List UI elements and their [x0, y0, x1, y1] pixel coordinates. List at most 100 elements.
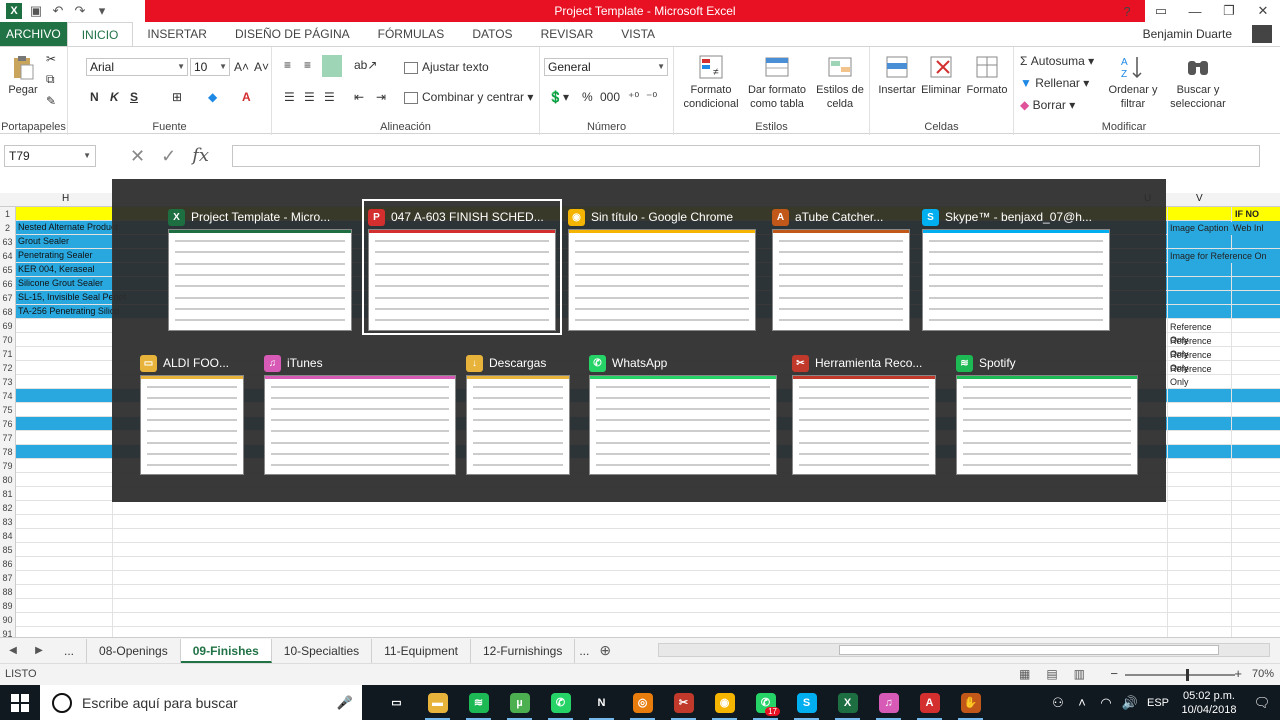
bold-button[interactable]: N [90, 89, 99, 105]
task-view-icon[interactable]: ▭ [376, 685, 417, 720]
switcher-window[interactable]: ≋ Spotify [952, 347, 1142, 477]
shrink-font-icon[interactable]: A˅ [254, 59, 269, 75]
row-header[interactable]: 78 [0, 445, 16, 459]
sheet-tab-10-specialties[interactable]: 10-Specialties [272, 638, 373, 663]
accounting-format-icon[interactable]: 💲▾ [548, 89, 569, 105]
row-header[interactable]: 68 [0, 305, 16, 319]
table-row[interactable] [16, 529, 1280, 543]
row-header[interactable]: 81 [0, 487, 16, 501]
spotify-taskbar-icon[interactable]: ≋ [458, 685, 499, 720]
tab-archivo[interactable]: ARCHIVO [0, 22, 67, 46]
cell-reference-only[interactable]: Reference Only [1168, 321, 1230, 345]
format-as-table-button[interactable]: Dar formato como tabla [746, 53, 808, 111]
table-row[interactable] [16, 543, 1280, 557]
align-middle-icon[interactable]: ≡ [304, 57, 311, 73]
excel-taskbar-icon[interactable]: X [827, 685, 868, 720]
table-row[interactable] [16, 613, 1280, 627]
row-header[interactable]: 66 [0, 277, 16, 291]
tab-revisar[interactable]: REVISAR [527, 22, 608, 46]
row-header[interactable]: 63 [0, 235, 16, 249]
row-header[interactable]: 76 [0, 417, 16, 431]
sheet-tab-more-right[interactable]: ... [575, 639, 593, 663]
row-header[interactable]: 75 [0, 403, 16, 417]
avatar[interactable] [1252, 25, 1272, 43]
format-painter-icon[interactable]: ✎ [46, 93, 56, 109]
tab-datos[interactable]: DATOS [458, 22, 526, 46]
align-right-icon[interactable]: ☰ [324, 89, 335, 105]
redo-icon[interactable]: ↷ [72, 3, 88, 19]
table-row[interactable] [16, 599, 1280, 613]
table-row[interactable] [16, 501, 1280, 515]
utorrent-icon[interactable]: µ [499, 685, 540, 720]
show-hidden-icons[interactable]: ˄ [1070, 695, 1094, 710]
row-header[interactable]: 84 [0, 529, 16, 543]
tab-inicio[interactable]: INICIO [66, 22, 134, 46]
increase-indent-icon[interactable]: ⇥ [376, 89, 386, 105]
name-box[interactable]: T79 ▼ [4, 145, 96, 167]
wrap-text-button[interactable]: Ajustar texto [404, 59, 489, 75]
cell-reference-only[interactable]: Reference Only [1168, 349, 1230, 373]
thousands-button[interactable]: 000 [600, 89, 620, 105]
row-header[interactable]: 86 [0, 557, 16, 571]
percent-button[interactable]: % [582, 89, 593, 105]
tab-insertar[interactable]: INSERTAR [133, 22, 221, 46]
clear-button[interactable]: ◆ Borrar ▾ [1020, 97, 1075, 113]
row-header[interactable]: 83 [0, 515, 16, 529]
switcher-window[interactable]: AaTube Catcher... [768, 201, 914, 333]
number-format-select[interactable]: General ▼ [544, 58, 668, 76]
switcher-window[interactable]: ▭ ALDI FOO... [136, 347, 248, 477]
cortana-icon[interactable] [52, 692, 72, 713]
decrease-indent-icon[interactable]: ⇤ [354, 89, 364, 105]
row-header[interactable]: 87 [0, 571, 16, 585]
fill-button[interactable]: ▼ Rellenar ▾ [1020, 75, 1089, 91]
skype-taskbar-icon[interactable]: S [786, 685, 827, 720]
row-header[interactable]: 73 [0, 375, 16, 389]
align-center-icon[interactable]: ☰ [304, 89, 315, 105]
enter-icon[interactable]: ✓ [161, 145, 176, 167]
delete-cells-button[interactable]: Eliminar [918, 53, 964, 97]
cell-reference-only[interactable]: Reference Only [1168, 363, 1230, 387]
add-sheet-icon[interactable]: ⊕ [599, 642, 611, 659]
align-left-icon[interactable]: ☰ [284, 89, 295, 105]
switcher-window[interactable]: ♫ iTunes [260, 347, 460, 477]
zoom-slider-thumb[interactable] [1185, 669, 1189, 681]
row-header[interactable]: 89 [0, 599, 16, 613]
row-header[interactable]: 77 [0, 431, 16, 445]
table-row[interactable] [16, 585, 1280, 599]
row-header[interactable]: 71 [0, 347, 16, 361]
grow-font-icon[interactable]: A˄ [234, 59, 249, 75]
language-indicator[interactable]: ESP [1142, 697, 1174, 709]
cut-icon[interactable]: ✂ [46, 51, 56, 67]
maximize-icon[interactable]: ❐ [1212, 0, 1246, 22]
copy-icon[interactable]: ⧉ [46, 71, 55, 87]
fill-color-icon[interactable]: ◆ [208, 89, 217, 105]
clock[interactable]: 05:02 p.m. 10/04/2018 [1174, 689, 1244, 717]
blender-icon[interactable]: ◎ [622, 685, 663, 720]
notifications-icon[interactable]: 🗨 [1244, 695, 1280, 711]
whatsapp-notify-icon[interactable]: ✆ 17 [745, 685, 786, 720]
sheet-tab-12-furnishings[interactable]: 12-Furnishings [471, 638, 576, 663]
wifi-icon[interactable]: ◠ [1094, 695, 1118, 711]
row-header[interactable]: 85 [0, 543, 16, 557]
switcher-window[interactable]: ◉ Sin título - Google Chrome [564, 201, 760, 333]
column-v-header[interactable]: V [1196, 193, 1203, 204]
cell-reference-only[interactable]: Reference Only [1168, 335, 1230, 359]
zoom-out-icon[interactable]: − [1110, 666, 1118, 681]
font-size-select[interactable]: 10 ▼ [190, 58, 230, 76]
sheet-tab-11-equipment[interactable]: 11-Equipment [372, 638, 471, 663]
save-icon[interactable]: ▣ [28, 3, 44, 19]
windows-start-icon[interactable] [10, 693, 30, 713]
switcher-window[interactable]: ✆ WhatsApp [585, 347, 781, 477]
align-bottom-icon[interactable] [322, 55, 342, 77]
decrease-decimal-icon[interactable]: ⁻⁰ [646, 89, 657, 105]
whatsapp-taskbar-icon[interactable]: ✆ [540, 685, 581, 720]
ribbon-display-icon[interactable]: ▭ [1144, 0, 1178, 22]
page-break-view-icon[interactable]: ▥ [1074, 667, 1085, 681]
row-header[interactable]: 74 [0, 389, 16, 403]
switcher-window[interactable]: X Project Template - Micro... [164, 201, 356, 333]
header-cell-image-caption[interactable]: Image Caption Web Inl [1168, 222, 1280, 235]
scrollbar-thumb[interactable] [839, 645, 1219, 655]
format-cells-button[interactable]: Formato [964, 53, 1010, 97]
row-header[interactable]: 88 [0, 585, 16, 599]
row-header[interactable]: 65 [0, 263, 16, 277]
